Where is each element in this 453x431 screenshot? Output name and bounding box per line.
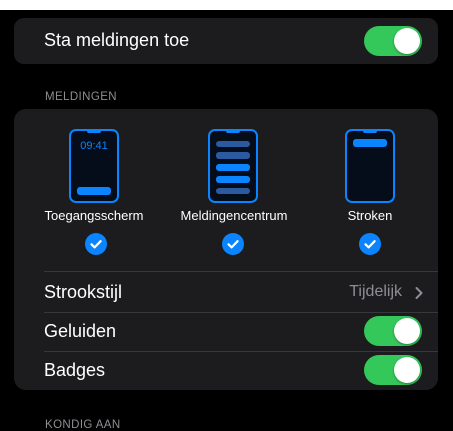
checkmark-icon [85,233,107,255]
lock-screen-phone-icon: 09:41 [69,129,119,203]
badges-label: Badges [44,360,106,380]
banner-notification-bar [353,139,387,147]
allow-notifications-label: Sta meldingen toe [44,30,190,50]
style-label-banners: Stroken [347,208,393,223]
style-label-lock-screen: Toegangsscherm [44,208,144,223]
sounds-label: Geluiden [44,321,117,341]
top-cropped-strip [0,0,453,10]
banner-style-row[interactable]: Strookstijl Tijdelijk [14,272,438,312]
banners-phone-icon [345,129,395,203]
banner-style-label: Strookstijl [44,282,123,302]
badges-toggle[interactable] [364,355,422,385]
style-label-notification-center: Meldingencentrum [180,208,288,223]
lock-screen-notification-bar [77,187,111,195]
banner-style-value: Tijdelijk [349,283,402,300]
separator [44,351,438,352]
notification-center-phone-icon [208,129,258,203]
allow-notifications-toggle[interactable] [364,26,422,56]
toggle-knob [394,357,420,383]
toggle-knob [394,318,420,344]
allow-notifications-card: Sta meldingen toe [14,18,438,64]
checkmark-icon [222,233,244,255]
announce-section-header: KONDIG AAN [45,419,121,431]
checkmark-icon [359,233,381,255]
lock-screen-time: 09:41 [80,140,108,152]
chevron-right-icon [415,287,423,299]
notifications-card: 09:41 Toegangsscherm Meldingencentrum St… [14,109,438,390]
toggle-knob [394,28,420,54]
notifications-section-header: MELDINGEN [45,91,117,103]
separator [44,312,438,313]
sounds-toggle[interactable] [364,316,422,346]
